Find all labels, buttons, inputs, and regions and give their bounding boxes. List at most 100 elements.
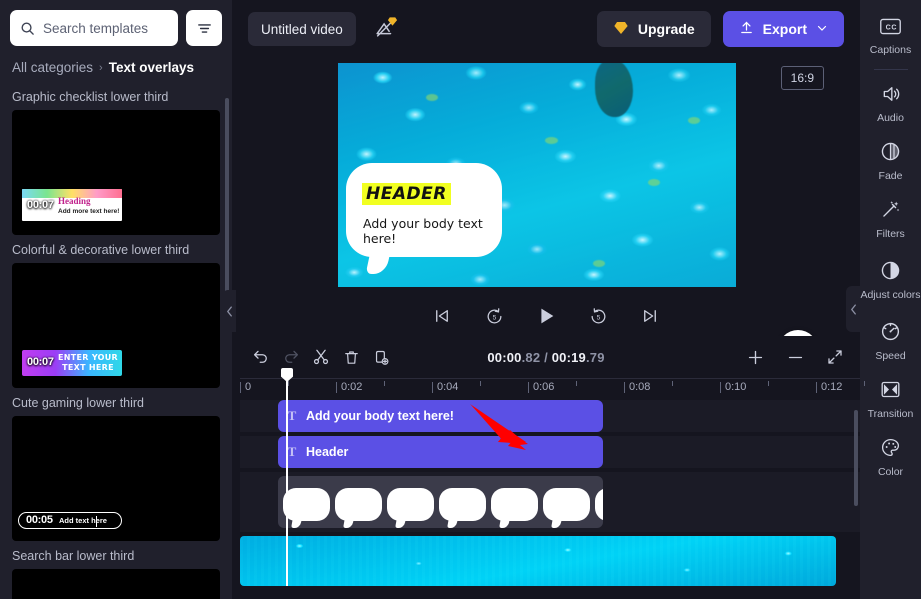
playback-controls: 5 5 — [232, 295, 860, 337]
template-duration-2: 00:07 — [27, 356, 54, 368]
ruler-tick: 0:06 — [528, 381, 554, 393]
chevron-right-icon: › — [99, 62, 103, 74]
templates-list[interactable]: Graphic checklist lower third Heading Ad… — [0, 86, 232, 599]
ruler-tick: 0:02 — [336, 381, 362, 393]
collapse-right-panel-button[interactable] — [846, 286, 860, 332]
minus-icon[interactable] — [780, 342, 810, 372]
ruler-tick: 0:12 — [816, 381, 842, 393]
timeline-clip-text-1[interactable]: T Add your body text here! — [278, 400, 603, 432]
rail-label-audio: Audio — [877, 113, 904, 125]
rewind-5s-icon[interactable]: 5 — [483, 305, 505, 327]
svg-text:5: 5 — [596, 314, 600, 321]
svg-text:5: 5 — [492, 314, 496, 321]
template-thumbnail-1[interactable]: ENTER YOUR TEXT HERE 00:07 — [12, 263, 220, 388]
breadcrumb-current: Text overlays — [109, 60, 194, 75]
timeline-clip-text-2[interactable]: T Header — [278, 436, 603, 468]
rail-item-adjust-colors[interactable]: Adjust colors — [860, 249, 921, 313]
redo-icon[interactable] — [276, 342, 306, 372]
track-lane-text-1[interactable]: T Add your body text here! — [240, 400, 860, 432]
magic-wand-icon — [880, 199, 901, 225]
timeline-zoom-controls — [740, 342, 850, 372]
watermark-off-icon[interactable] — [368, 14, 402, 44]
transition-icon — [880, 379, 901, 405]
text-caret — [96, 516, 97, 527]
rail-item-audio[interactable]: Audio — [860, 75, 921, 133]
project-title-input[interactable]: Untitled video — [248, 12, 356, 46]
speech-bubble-icon — [439, 488, 486, 521]
skip-to-end-icon[interactable] — [639, 305, 661, 327]
current-time-frac: .82 — [522, 350, 541, 365]
export-button[interactable]: Export — [723, 11, 844, 47]
speech-bubble-icon — [491, 488, 538, 521]
rail-item-speed[interactable]: Speed — [860, 313, 921, 371]
rail-item-filters[interactable]: Filters — [860, 191, 921, 249]
track-lane-video[interactable] — [240, 536, 860, 586]
timeline-clip-sticker[interactable] — [278, 476, 603, 528]
template-thumbnail-0[interactable]: Heading Add more text here! 00:07 — [12, 110, 220, 235]
preview-area: 16:9 HEADER Add your body text here! — [232, 58, 860, 336]
contrast-icon — [880, 260, 901, 286]
video-editor-app: Search templates All categories › Text o… — [0, 0, 921, 599]
current-time: 00:00 — [487, 350, 521, 365]
timeline-toolbar: 00:00.82 / 00:19.79 — [232, 336, 860, 378]
speech-bubble-icon — [543, 488, 590, 521]
clip-label: Header — [306, 445, 348, 459]
timeline-clip-video[interactable] — [240, 536, 836, 586]
duplicate-icon[interactable] — [366, 342, 396, 372]
ruler-tick: 0:10 — [720, 381, 746, 393]
text-icon: T — [278, 408, 306, 424]
rail-divider — [874, 69, 908, 70]
upload-icon — [739, 20, 754, 38]
total-time-frac: .79 — [586, 350, 605, 365]
plus-icon[interactable] — [740, 342, 770, 372]
trash-icon[interactable] — [336, 342, 366, 372]
ruler-tick: 0:08 — [624, 381, 650, 393]
search-row: Search templates — [0, 0, 232, 46]
rail-item-captions[interactable]: C C Captions — [860, 8, 921, 66]
timecode-separator: / — [540, 350, 551, 365]
text-icon: T — [278, 444, 306, 460]
rail-item-transition[interactable]: Transition — [860, 371, 921, 429]
aspect-ratio-badge[interactable]: 16:9 — [781, 66, 824, 90]
breadcrumb-all-categories[interactable]: All categories — [12, 60, 93, 75]
upgrade-label: Upgrade — [638, 21, 695, 37]
playhead[interactable] — [286, 378, 288, 586]
clip-label: Add your body text here! — [306, 409, 454, 423]
timeline-scrollbar[interactable] — [854, 410, 858, 506]
forward-5s-icon[interactable]: 5 — [587, 305, 609, 327]
speech-bubble-overlay[interactable]: HEADER Add your body text here! — [346, 163, 502, 257]
search-icon — [20, 21, 35, 36]
search-placeholder-text: Search templates — [43, 21, 148, 36]
template-thumbnail-2[interactable]: Add text here 00:05 — [12, 416, 220, 541]
video-canvas[interactable]: HEADER Add your body text here! — [338, 63, 736, 287]
template-subheading-2: TEXT HERE — [56, 362, 120, 373]
scissors-icon[interactable] — [306, 342, 336, 372]
track-lane-text-2[interactable]: T Header — [240, 436, 860, 468]
skip-to-start-icon[interactable] — [431, 305, 453, 327]
fit-to-screen-icon[interactable] — [820, 342, 850, 372]
template-label-3: Search bar lower third — [0, 545, 232, 569]
captions-icon: C C — [879, 17, 902, 41]
search-input[interactable]: Search templates — [10, 10, 178, 46]
rail-label-transition: Transition — [868, 409, 914, 421]
ruler-tick: 0 — [240, 381, 251, 393]
bubble-body-text: Add your body text here! — [363, 216, 502, 246]
speech-bubble-icon — [595, 488, 603, 521]
rail-item-fade[interactable]: Fade — [860, 133, 921, 191]
undo-icon[interactable] — [246, 342, 276, 372]
templates-sidebar: Search templates All categories › Text o… — [0, 0, 232, 599]
speech-bubble-icon — [283, 488, 330, 521]
rail-label-filters: Filters — [876, 229, 905, 241]
rail-item-color[interactable]: Color — [860, 429, 921, 487]
timeline-ruler[interactable]: 0 0:02 0:04 0:06 0:08 0:10 0:12 — [240, 378, 860, 400]
filter-icon[interactable] — [186, 10, 222, 46]
speedometer-icon — [880, 321, 901, 347]
rail-label-speed: Speed — [875, 351, 905, 363]
template-thumbnail-3[interactable] — [12, 569, 220, 599]
palette-icon — [880, 437, 901, 463]
total-time: 00:19 — [552, 350, 586, 365]
track-lane-sticker[interactable] — [240, 472, 860, 532]
upgrade-button[interactable]: Upgrade — [597, 11, 711, 47]
play-icon[interactable] — [535, 305, 557, 327]
reef-rock — [595, 63, 633, 117]
